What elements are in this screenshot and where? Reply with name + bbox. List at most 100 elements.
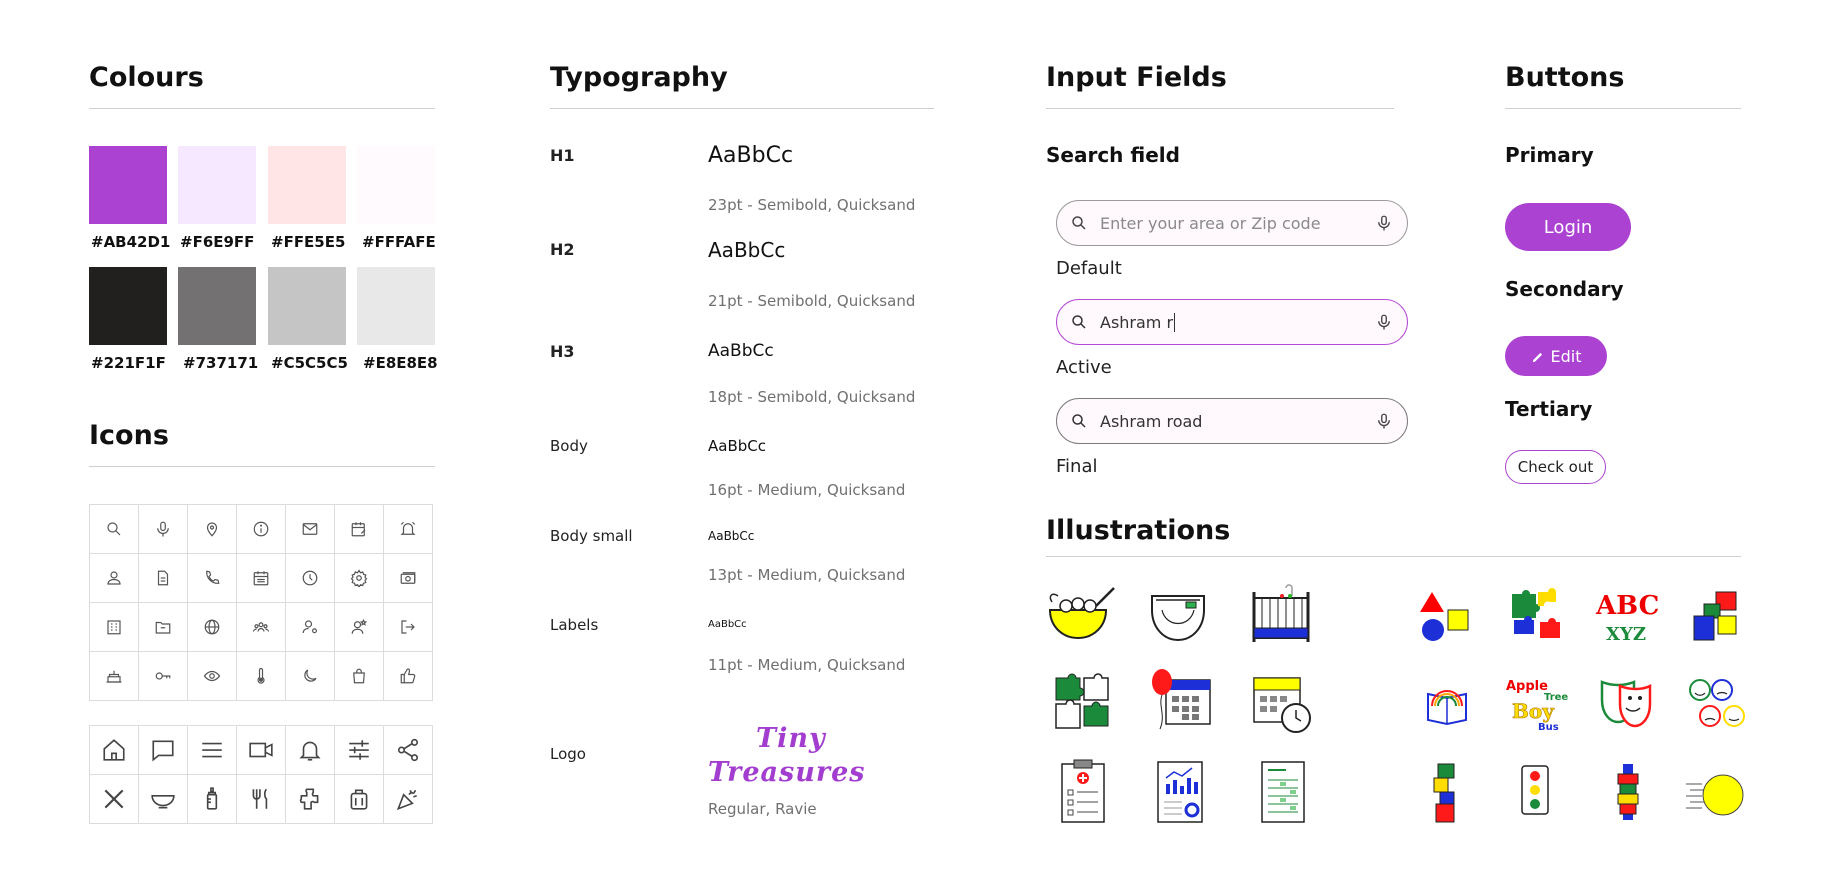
abc-letters: ABC xyxy=(1595,591,1658,621)
baby-bottle-icon[interactable] xyxy=(187,774,237,824)
search-icon[interactable] xyxy=(89,504,139,554)
calendar-edit-icon[interactable] xyxy=(334,504,384,554)
colour-label: #FFE5E5 xyxy=(271,233,346,251)
icons-heading: Icons xyxy=(89,420,169,451)
colour-swatch-dark-grey xyxy=(178,267,256,345)
shopping-bag-icon[interactable] xyxy=(334,651,384,701)
mic-icon[interactable] xyxy=(1375,214,1393,232)
type-label-body: Body xyxy=(550,437,588,455)
type-meta-logo: Regular, Ravie xyxy=(708,800,817,818)
location-pin-icon[interactable] xyxy=(187,504,237,554)
user-settings-icon[interactable] xyxy=(285,602,335,652)
diaper-bag-icon[interactable] xyxy=(334,774,384,824)
type-label-h1: H1 xyxy=(550,146,575,165)
type-sample-body-small: AaBbCc xyxy=(708,529,755,543)
colour-swatch-light-grey xyxy=(357,267,435,345)
building-icon[interactable] xyxy=(89,602,139,652)
colour-label: #F6E9FF xyxy=(180,233,255,251)
colour-label: #221F1F xyxy=(91,354,166,372)
group-icon[interactable] xyxy=(236,602,286,652)
search-field-default[interactable]: Enter your area or Zip code xyxy=(1056,200,1408,246)
search-field-final[interactable]: Ashram road xyxy=(1056,398,1408,444)
money-icon[interactable] xyxy=(383,553,433,603)
colours-heading: Colours xyxy=(89,62,204,93)
icons-divider xyxy=(89,466,435,467)
key-icon[interactable] xyxy=(138,651,188,701)
user-icon[interactable] xyxy=(89,553,139,603)
alarm-icon[interactable] xyxy=(383,504,433,554)
state-label-final: Final xyxy=(1056,456,1098,477)
moon-icon[interactable] xyxy=(285,651,335,701)
thermometer-icon[interactable] xyxy=(236,651,286,701)
colour-label: #C5C5C5 xyxy=(271,354,348,372)
type-meta-body-small: 13pt - Medium, Quicksand xyxy=(708,566,906,584)
buttons-divider xyxy=(1505,108,1741,109)
cutlery-icon[interactable] xyxy=(236,774,286,824)
edit-button[interactable]: Edit xyxy=(1505,336,1607,376)
type-sample-body: AaBbCc xyxy=(708,437,766,455)
checklist-illustration xyxy=(1261,761,1305,823)
menu-icon[interactable] xyxy=(187,725,237,775)
type-meta-labels: 11pt - Medium, Quicksand xyxy=(708,656,906,674)
info-icon[interactable] xyxy=(236,504,286,554)
settings-icon[interactable] xyxy=(334,553,384,603)
logout-icon[interactable] xyxy=(383,602,433,652)
type-meta-body: 16pt - Medium, Quicksand xyxy=(708,481,906,499)
mic-icon[interactable] xyxy=(1375,412,1393,430)
state-label-default: Default xyxy=(1056,258,1122,279)
bell-icon[interactable] xyxy=(285,725,335,775)
folder-icon[interactable] xyxy=(138,602,188,652)
colour-swatch-lavender xyxy=(178,146,256,224)
secondary-title: Secondary xyxy=(1505,277,1624,301)
puzzle-outline-illustration xyxy=(1055,673,1109,729)
colour-swatch-off-white xyxy=(357,146,435,224)
colour-label: #E8E8E8 xyxy=(363,354,438,372)
sliders-icon[interactable] xyxy=(334,725,384,775)
mic-icon[interactable] xyxy=(1375,313,1393,331)
search-field-value: Ashram road xyxy=(1100,412,1203,431)
type-label-body-small: Body small xyxy=(550,527,633,545)
puzzle-icon[interactable] xyxy=(285,774,335,824)
masks-illustration xyxy=(1600,680,1652,728)
type-meta-h1: 23pt - Semibold, Quicksand xyxy=(708,196,916,214)
logo-line-1: Tiny xyxy=(756,723,826,754)
cake-icon[interactable] xyxy=(89,651,139,701)
type-label-h2: H2 xyxy=(550,240,575,259)
document-icon[interactable] xyxy=(138,553,188,603)
mail-icon[interactable] xyxy=(285,504,335,554)
chat-icon[interactable] xyxy=(138,725,188,775)
party-icon[interactable] xyxy=(383,774,433,824)
typography-heading: Typography xyxy=(550,62,728,93)
share-icon[interactable] xyxy=(383,725,433,775)
login-button[interactable]: Login xyxy=(1505,203,1631,251)
phone-icon[interactable] xyxy=(187,553,237,603)
type-sample-h3: AaBbCc xyxy=(708,341,774,361)
type-label-labels: Labels xyxy=(550,616,599,634)
eye-icon[interactable] xyxy=(187,651,237,701)
close-icon[interactable] xyxy=(89,774,139,824)
colour-label: #FFFAFE xyxy=(362,233,436,251)
check-out-button[interactable]: Check out xyxy=(1505,450,1606,484)
colour-label: #737171 xyxy=(183,354,259,372)
calendar-icon[interactable] xyxy=(236,553,286,603)
emotion-faces-illustration xyxy=(1689,679,1745,727)
colour-label: #AB42D1 xyxy=(91,233,171,251)
thumbs-up-icon[interactable] xyxy=(383,651,433,701)
type-meta-h2: 21pt - Semibold, Quicksand xyxy=(708,292,916,310)
mic-icon[interactable] xyxy=(138,504,188,554)
bowl-icon[interactable] xyxy=(138,774,188,824)
user-star-icon[interactable] xyxy=(334,602,384,652)
clock-icon[interactable] xyxy=(285,553,335,603)
type-sample-labels: AaBbCc xyxy=(708,619,747,630)
globe-icon[interactable] xyxy=(187,602,237,652)
search-field-active[interactable]: Ashram r xyxy=(1056,299,1408,345)
home-icon[interactable] xyxy=(89,725,139,775)
report-illustration xyxy=(1157,761,1203,823)
bus-text: Bus xyxy=(1538,722,1559,732)
shapes-illustration xyxy=(1420,592,1469,641)
small-icon-grid xyxy=(89,504,433,701)
search-icon xyxy=(1072,216,1086,230)
video-icon[interactable] xyxy=(236,725,286,775)
input-fields-heading: Input Fields xyxy=(1046,62,1227,93)
illustrations-divider xyxy=(1046,556,1741,557)
